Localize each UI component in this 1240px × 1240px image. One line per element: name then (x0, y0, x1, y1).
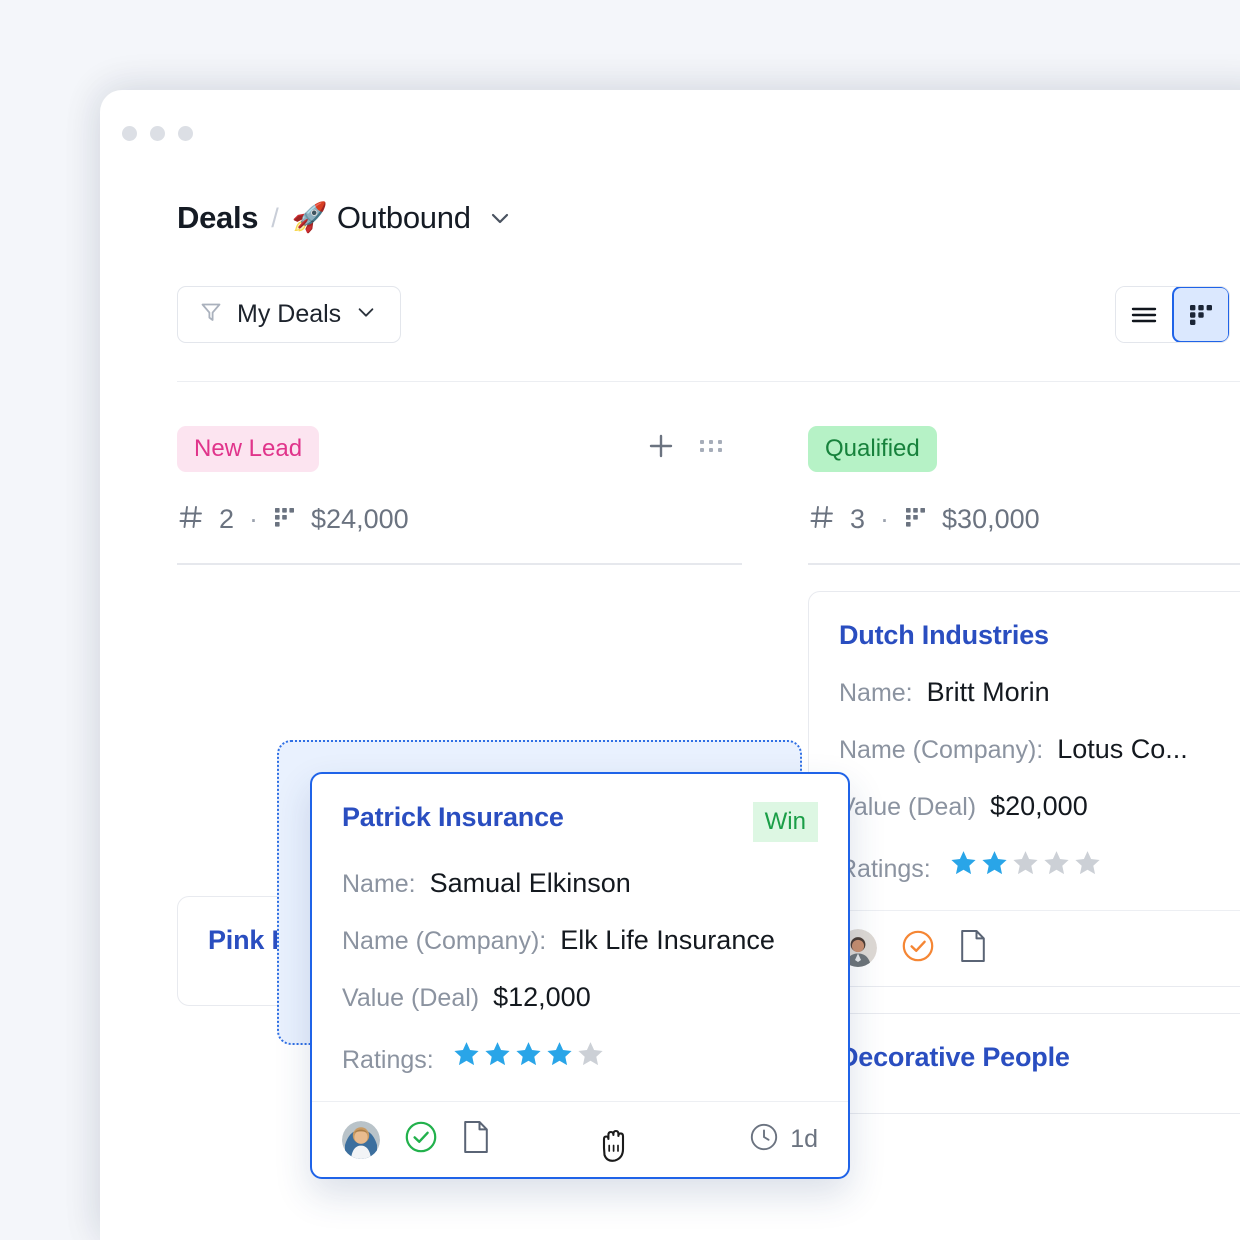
toolbar-divider (177, 381, 1240, 383)
chevron-down-icon[interactable] (487, 205, 513, 231)
star-icon[interactable] (545, 1039, 574, 1068)
field-value-deal: Value (Deal) $20,000 (839, 791, 1240, 822)
drag-handle-icon[interactable] (698, 436, 724, 461)
window-minimize-dot[interactable] (150, 126, 165, 141)
field-label: Value (Deal) (342, 984, 480, 1012)
field-label: Name: (839, 678, 913, 707)
field-label: Name: (342, 870, 416, 898)
field-label: Name (Company): (839, 735, 1044, 764)
plus-icon[interactable] (646, 431, 676, 466)
star-icon[interactable] (514, 1039, 543, 1068)
field-label: Ratings: (342, 1046, 434, 1074)
rating-stars[interactable] (452, 1039, 605, 1068)
star-icon[interactable] (1073, 848, 1102, 877)
deal-title[interactable]: Patrick Insurance (342, 802, 564, 833)
stage-badge[interactable]: New Lead (177, 425, 320, 472)
card-footer (809, 909, 1240, 986)
field-company: Name (Company): Lotus Co... (839, 734, 1240, 765)
star-icon[interactable] (949, 848, 978, 877)
star-icon[interactable] (1042, 848, 1071, 877)
field-value: Lotus Co... (1057, 733, 1188, 764)
filter-my-deals-button[interactable]: My Deals (177, 286, 402, 343)
breadcrumb-root[interactable]: Deals (177, 200, 259, 236)
kanban-view-button[interactable] (1172, 287, 1230, 342)
star-icon[interactable] (1011, 848, 1040, 877)
grabbing-hand-cursor (598, 1126, 632, 1171)
deal-title[interactable]: Dutch Industries (839, 620, 1049, 651)
breadcrumb-view-name[interactable]: Outbound (337, 200, 471, 236)
star-icon[interactable] (452, 1039, 481, 1068)
stage-badge[interactable]: Qualified (808, 425, 937, 472)
card-header: Decorative People (839, 1042, 1240, 1073)
kanban-column-qualified: Qualified 3 · $30,000 Dutch Industries N… (808, 425, 1240, 1114)
document-icon[interactable] (959, 929, 987, 968)
avatar-blond-man[interactable] (342, 1120, 380, 1159)
field-label: Ratings: (839, 854, 931, 883)
stats-separator: · (880, 503, 890, 534)
window-maximize-dot[interactable] (178, 126, 193, 141)
field-value: $20,000 (990, 790, 1088, 821)
field-value: Samual Elkinson (429, 868, 631, 898)
window-titlebar (100, 90, 1240, 150)
deal-card-decorative-people[interactable]: Decorative People (808, 1012, 1240, 1114)
status-badge: Win (752, 802, 818, 842)
column-total-value: $30,000 (942, 503, 1040, 534)
star-icon[interactable] (980, 848, 1009, 877)
toolbar: My Deals (177, 286, 1240, 343)
star-icon[interactable] (483, 1039, 512, 1068)
field-name: Name: Samual Elkinson (342, 868, 818, 899)
field-name: Name: Britt Morin (839, 677, 1240, 708)
clock-icon (749, 1122, 779, 1157)
field-value: Britt Morin (926, 676, 1050, 707)
field-company: Name (Company): Elk Life Insurance (342, 925, 818, 956)
column-deal-count: 3 (850, 503, 866, 534)
column-stats: 2 · $24,000 (177, 501, 742, 537)
field-ratings: Ratings: (342, 1039, 818, 1075)
column-actions (646, 431, 742, 466)
view-toggle-group (1115, 286, 1230, 343)
card-age: 1d (749, 1122, 818, 1157)
deal-title[interactable]: Decorative People (839, 1042, 1070, 1073)
column-stats: 3 · $30,000 (808, 501, 1240, 537)
column-rule (808, 563, 1240, 565)
column-header: New Lead (177, 425, 742, 472)
deal-card-patrick-insurance[interactable]: Patrick Insurance Win Name: Samual Elkin… (310, 772, 850, 1179)
breadcrumb: Deals / 🚀 Outbound (177, 188, 1240, 248)
field-value: $12,000 (493, 982, 591, 1012)
filter-label: My Deals (237, 300, 342, 328)
field-label: Value (Deal) (839, 792, 977, 821)
chevron-down-icon (355, 301, 377, 328)
field-value: Elk Life Insurance (560, 925, 775, 955)
card-header: Dutch Industries (839, 620, 1240, 651)
grid-stat-icon (273, 505, 297, 534)
hash-icon (177, 503, 205, 536)
rocket-icon: 🚀 (291, 201, 328, 234)
grid-stat-icon (904, 505, 928, 534)
window-close-dot[interactable] (122, 126, 137, 141)
field-ratings: Ratings: (839, 848, 1240, 884)
card-footer: 1d (312, 1101, 848, 1177)
age-text: 1d (790, 1125, 818, 1153)
footer-icons (342, 1120, 490, 1159)
check-circle-icon[interactable] (901, 929, 935, 968)
field-label: Name (Company): (342, 927, 547, 955)
rating-stars[interactable] (949, 848, 1102, 877)
column-header: Qualified (808, 425, 1240, 472)
deal-card-dutch-industries[interactable]: Dutch Industries Name: Britt Morin Name … (808, 590, 1240, 987)
field-value-deal: Value (Deal) $12,000 (342, 982, 818, 1013)
footer-icons (839, 929, 987, 968)
star-icon[interactable] (576, 1039, 605, 1068)
check-circle-icon[interactable] (404, 1120, 438, 1159)
hash-icon (808, 503, 836, 536)
app-window: Deals / 🚀 Outbound My Deals New Lead 2 ·… (100, 90, 1240, 1240)
column-total-value: $24,000 (311, 503, 409, 534)
list-view-button[interactable] (1116, 287, 1173, 342)
breadcrumb-separator: / (271, 202, 279, 233)
column-deal-count: 2 (219, 503, 235, 534)
document-icon[interactable] (462, 1120, 490, 1159)
funnel-icon (199, 300, 223, 329)
card-header: Patrick Insurance Win (342, 802, 818, 842)
stats-separator: · (249, 503, 259, 534)
